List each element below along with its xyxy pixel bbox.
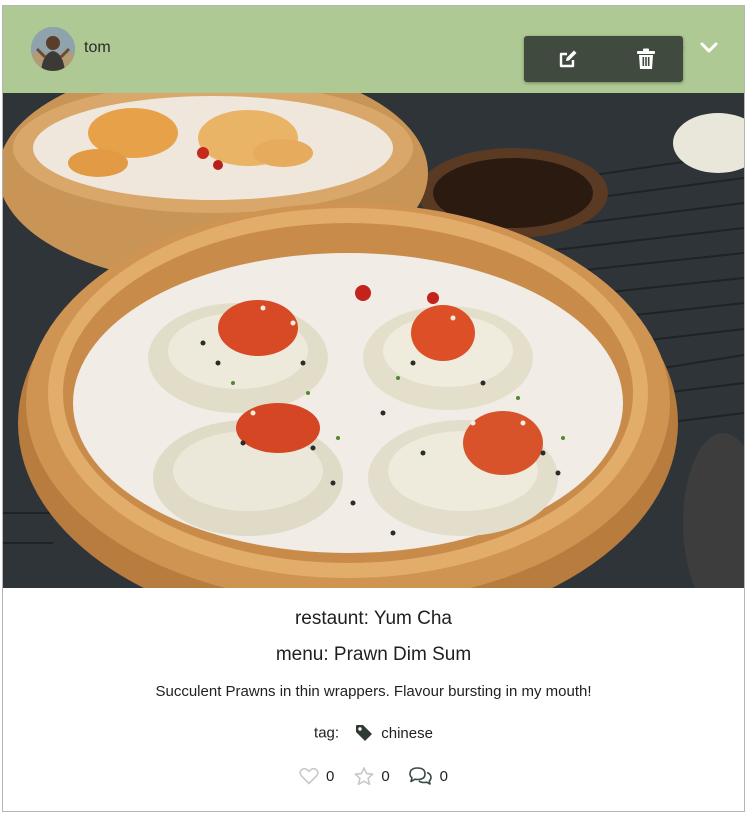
post-description: Succulent Prawns in thin wrappers. Flavo… — [155, 683, 592, 700]
comment-count: 0 — [439, 767, 449, 785]
edit-icon — [559, 50, 576, 68]
post-stats: 0 0 0 — [3, 766, 744, 786]
post-card: tom 4 — [2, 5, 745, 812]
like-button[interactable]: 0 — [299, 767, 334, 785]
chevron-down-icon[interactable] — [695, 36, 723, 60]
post-photo — [3, 93, 744, 588]
post-actions-menu — [524, 36, 683, 82]
tag-value: chinese — [381, 724, 433, 742]
tag-row: tag: chinese — [3, 724, 744, 742]
star-button[interactable]: 0 — [354, 766, 390, 786]
star-icon — [354, 766, 374, 785]
avatar[interactable] — [31, 27, 75, 71]
tag-label: tag: — [314, 724, 340, 742]
tag-icon — [356, 725, 373, 742]
comments-button[interactable]: 0 — [408, 766, 448, 786]
comments-icon — [408, 767, 432, 785]
heart-icon — [299, 767, 319, 785]
trash-icon — [636, 48, 655, 69]
tag-chip[interactable]: chinese — [355, 724, 433, 742]
restaurant-name: restaunt: Yum Cha — [294, 608, 453, 629]
edit-button[interactable] — [528, 36, 607, 82]
delete-button[interactable] — [606, 36, 685, 82]
star-count: 0 — [381, 767, 390, 785]
username[interactable]: tom — [84, 39, 111, 57]
post-header: tom 4 — [3, 6, 744, 93]
like-count: 0 — [325, 767, 335, 785]
menu-item-name: menu: Prawn Dim Sum — [275, 644, 472, 665]
